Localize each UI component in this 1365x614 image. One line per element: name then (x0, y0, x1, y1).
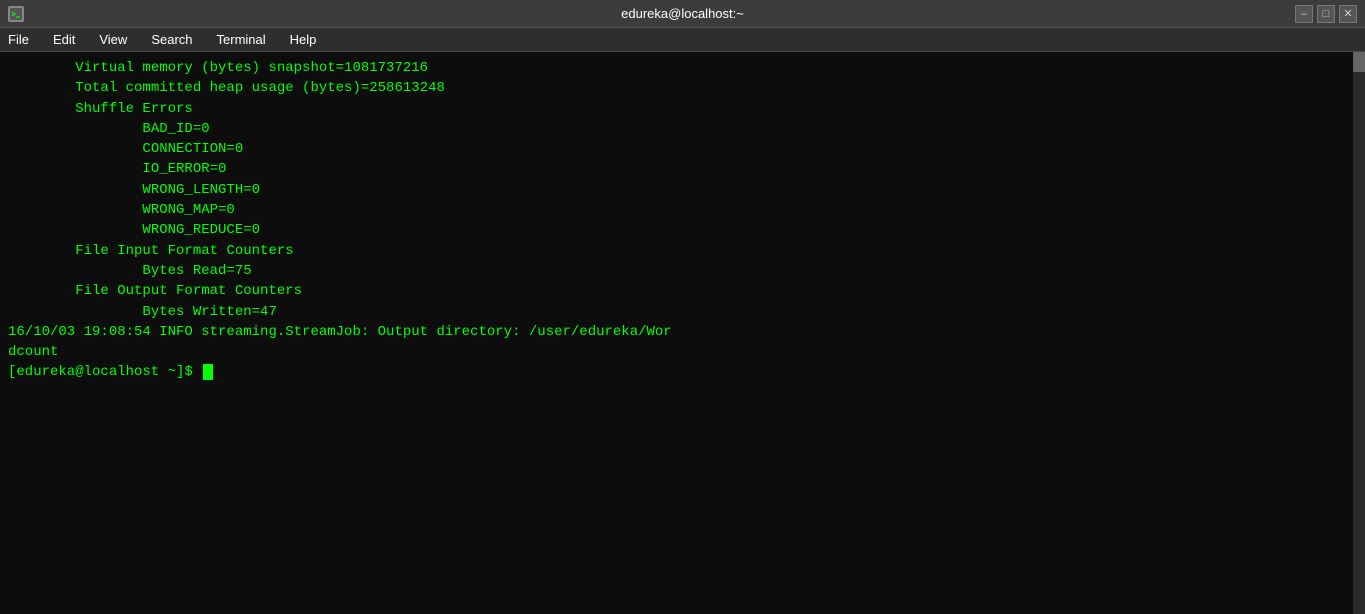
terminal-line-6: WRONG_LENGTH=0 (8, 180, 1357, 200)
terminal-line-1: Total committed heap usage (bytes)=25861… (8, 78, 1357, 98)
scrollbar[interactable] (1353, 52, 1365, 614)
menu-bar: File Edit View Search Terminal Help (0, 28, 1365, 52)
terminal-line-4: CONNECTION=0 (8, 139, 1357, 159)
terminal-line-5: IO_ERROR=0 (8, 159, 1357, 179)
cursor (203, 364, 213, 380)
scrollbar-thumb[interactable] (1353, 52, 1365, 72)
terminal-line-9: File Input Format Counters (8, 241, 1357, 261)
terminal-icon (8, 6, 24, 22)
menu-terminal[interactable]: Terminal (213, 32, 270, 47)
terminal-line-7: WRONG_MAP=0 (8, 200, 1357, 220)
minimize-button[interactable]: – (1295, 5, 1313, 23)
terminal-body[interactable]: Virtual memory (bytes) snapshot=10817372… (0, 52, 1365, 614)
title-bar-left (8, 6, 24, 22)
menu-file[interactable]: File (4, 32, 33, 47)
window-controls: – □ ✕ (1295, 5, 1357, 23)
terminal-line-prompt: [edureka@localhost ~]$ (8, 362, 1357, 382)
terminal-line-10: Bytes Read=75 (8, 261, 1357, 281)
window-title: edureka@localhost:~ (621, 6, 744, 21)
menu-view[interactable]: View (95, 32, 131, 47)
terminal-line-12: Bytes Written=47 (8, 302, 1357, 322)
terminal-line-11: File Output Format Counters (8, 281, 1357, 301)
terminal-line-8: WRONG_REDUCE=0 (8, 220, 1357, 240)
menu-edit[interactable]: Edit (49, 32, 79, 47)
maximize-button[interactable]: □ (1317, 5, 1335, 23)
terminal-line-2: Shuffle Errors (8, 99, 1357, 119)
title-bar: edureka@localhost:~ – □ ✕ (0, 0, 1365, 28)
menu-help[interactable]: Help (286, 32, 321, 47)
menu-search[interactable]: Search (147, 32, 196, 47)
close-button[interactable]: ✕ (1339, 5, 1357, 23)
terminal-line-0: Virtual memory (bytes) snapshot=10817372… (8, 58, 1357, 78)
terminal-line-3: BAD_ID=0 (8, 119, 1357, 139)
terminal-line-13: 16/10/03 19:08:54 INFO streaming.StreamJ… (8, 322, 1357, 363)
